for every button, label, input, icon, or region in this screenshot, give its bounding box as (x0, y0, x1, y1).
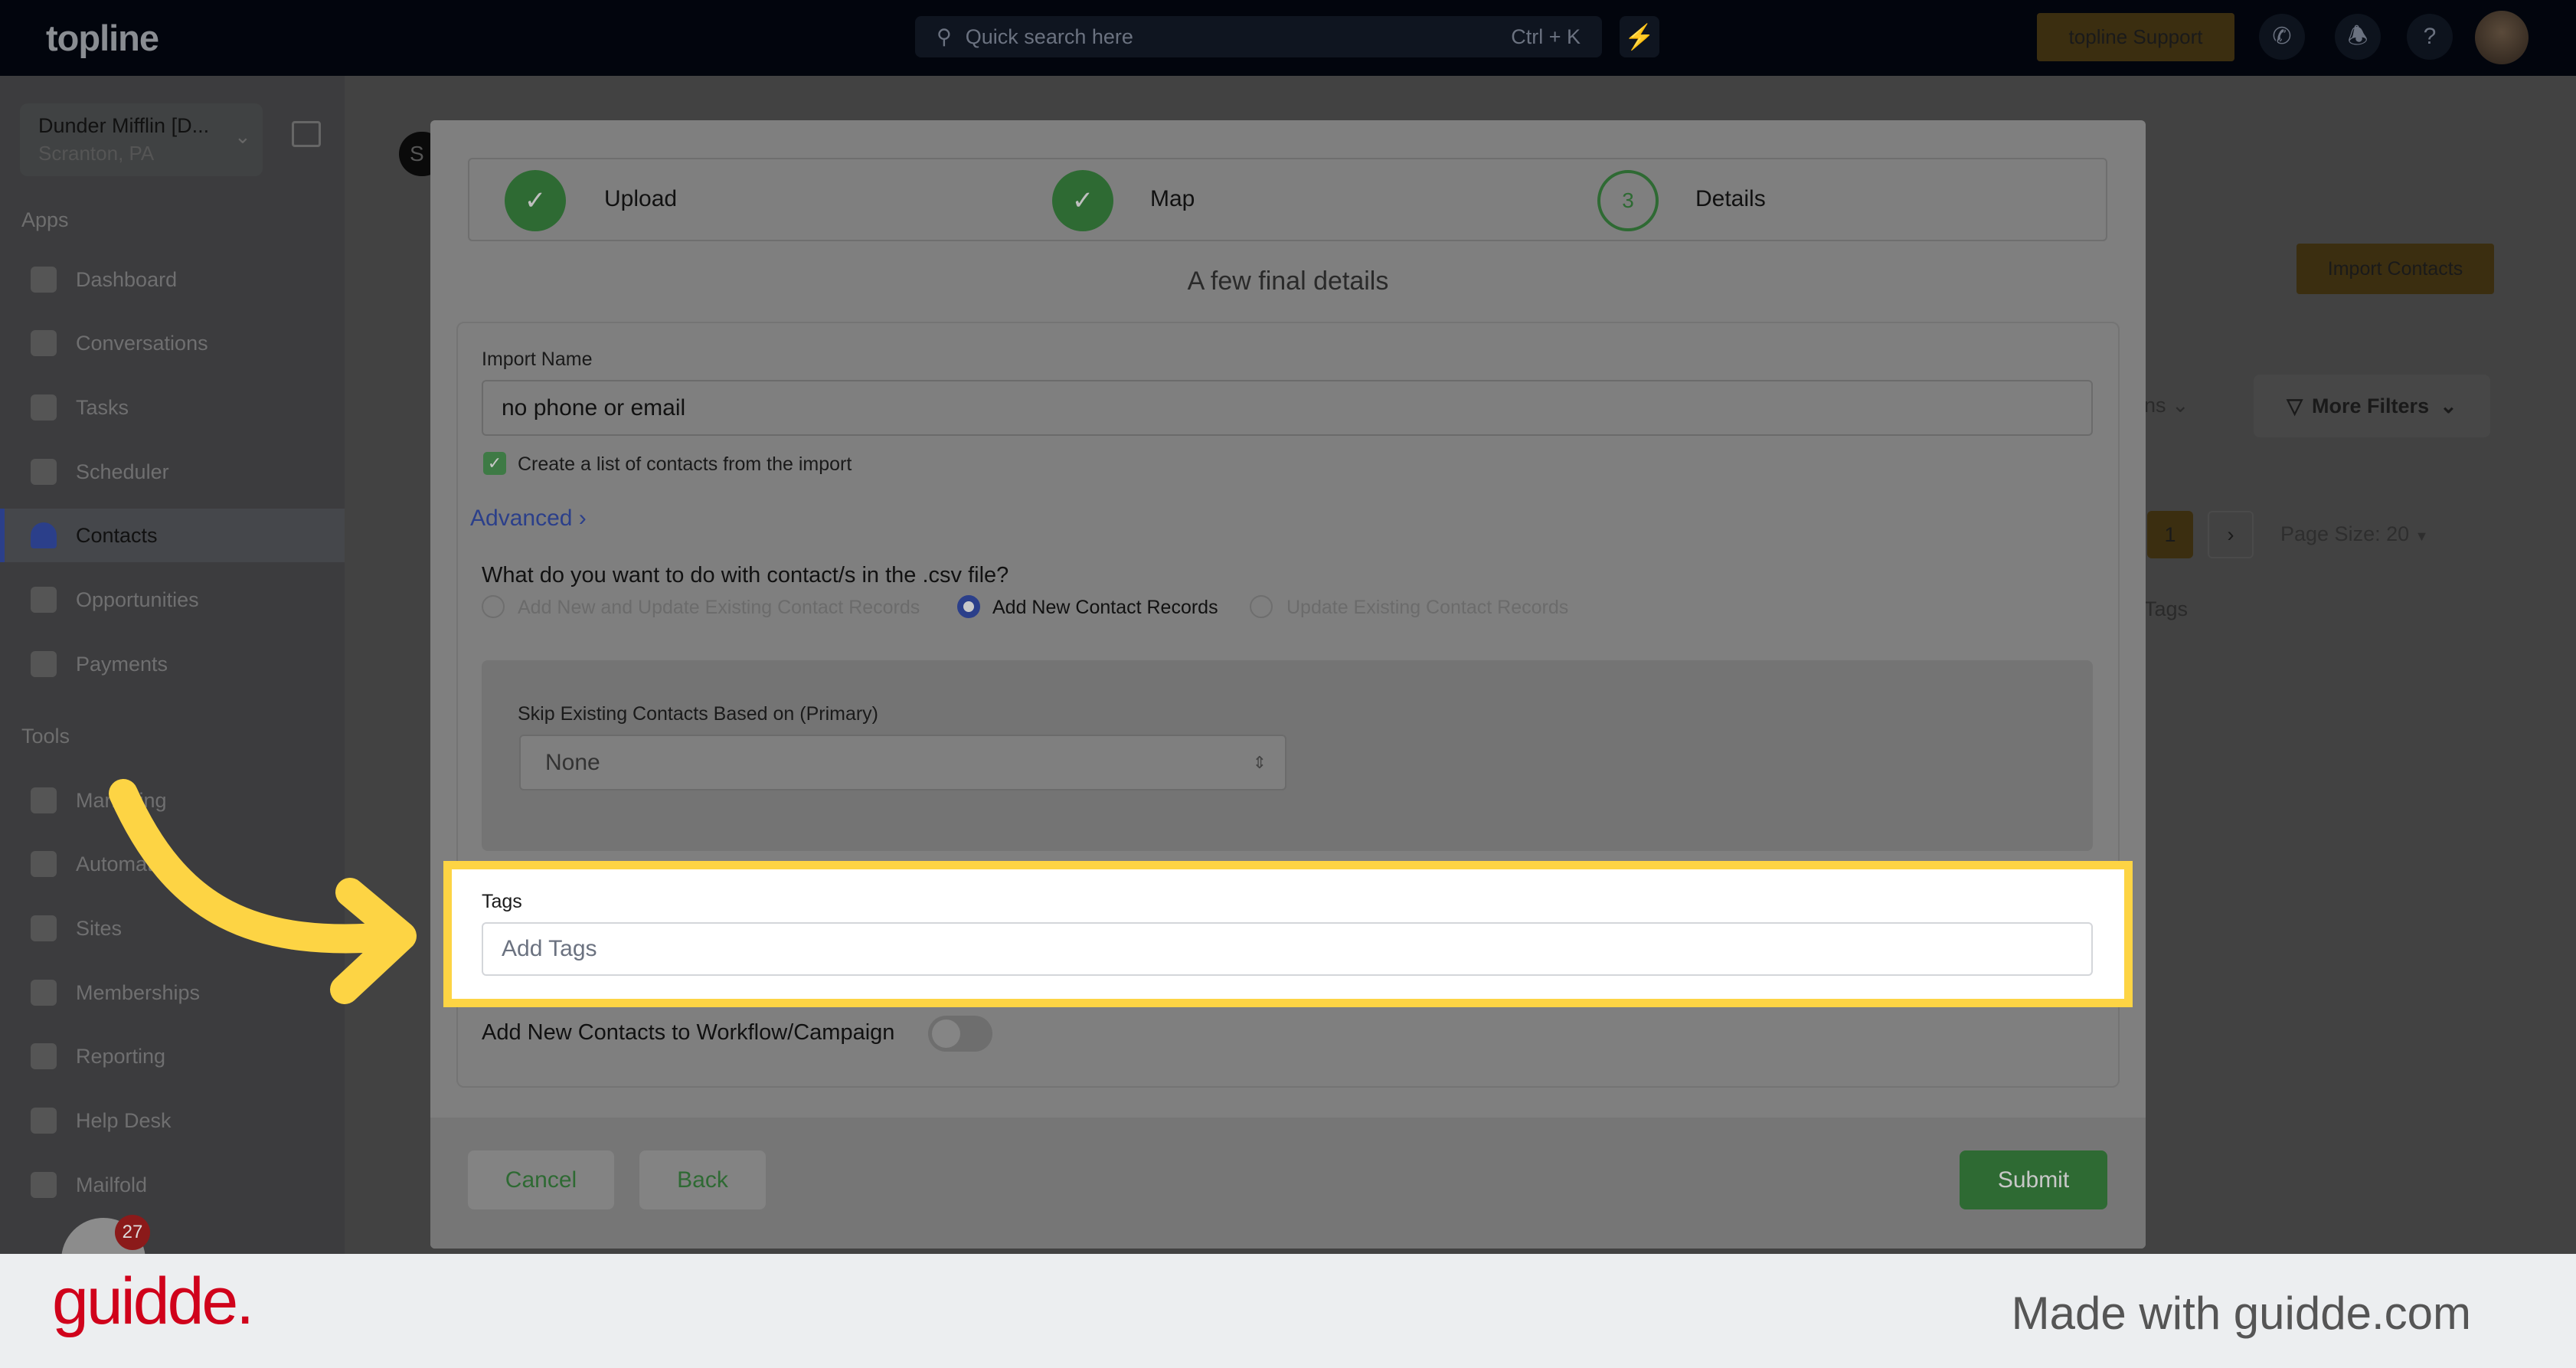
pointer-arrow-icon (109, 779, 417, 1004)
made-with-text: Made with guidde.com (2011, 1288, 2471, 1339)
guidde-logo: guidde. (52, 1265, 254, 1338)
